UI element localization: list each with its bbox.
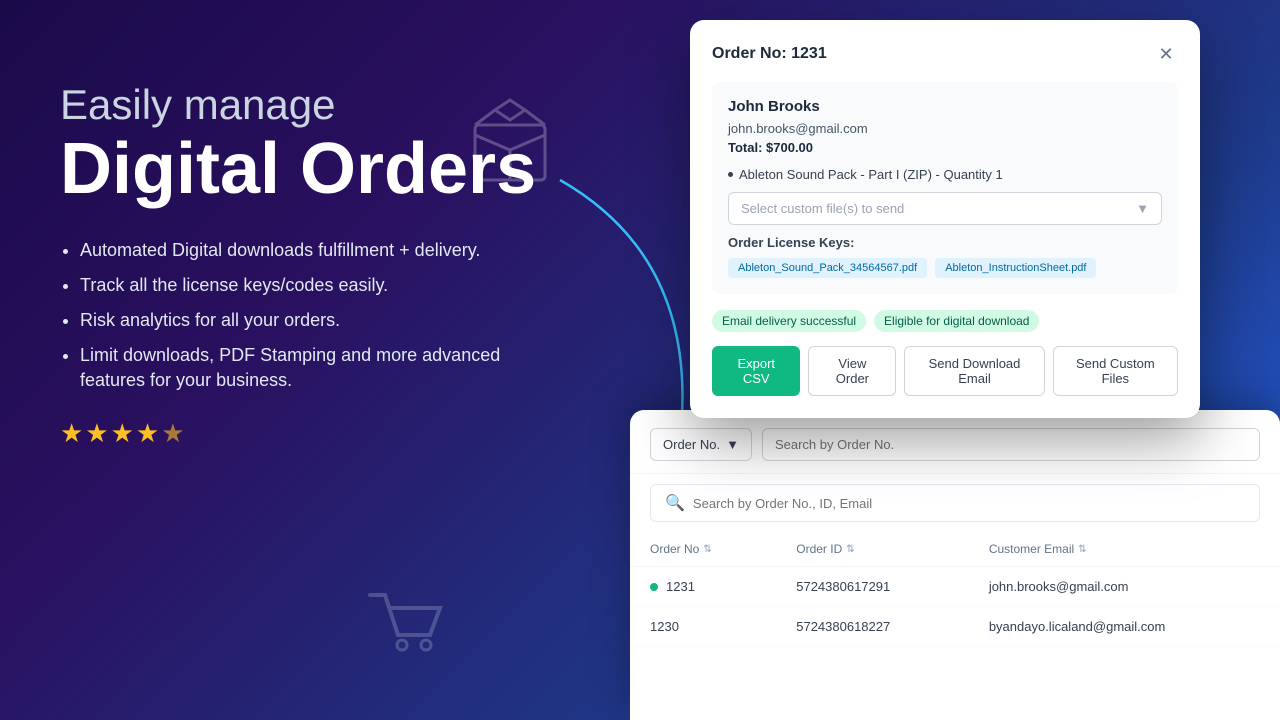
file-select-dropdown[interactable]: Select custom file(s) to send ▼: [728, 192, 1162, 225]
file-select-placeholder: Select custom file(s) to send: [741, 201, 904, 216]
orders-panel: Order No. ▼ 🔍 Order No ⇅: [630, 410, 1280, 720]
order-total: Total: $700.00: [728, 140, 1162, 155]
sort-icon-order-no[interactable]: ⇅: [703, 544, 711, 555]
product-name: Ableton Sound Pack - Part I (ZIP) - Quan…: [739, 167, 1003, 182]
license-keys-label: Order License Keys:: [728, 235, 1162, 250]
cart-decoration-icon: [360, 580, 450, 675]
feature-item-3: Risk analytics for all your orders.: [80, 308, 540, 333]
view-order-button[interactable]: View Order: [808, 346, 896, 396]
feature-item-2: Track all the license keys/codes easily.: [80, 273, 540, 298]
order-filter-dropdown[interactable]: Order No. ▼: [650, 428, 752, 461]
feature-item-1: Automated Digital downloads fulfillment …: [80, 238, 540, 263]
chevron-down-icon: ▼: [1136, 201, 1149, 216]
row-indicator: [650, 583, 658, 591]
filter-label: Order No.: [663, 437, 720, 452]
col-order-id: Order ID ⇅: [776, 532, 969, 567]
modal-header: Order No: 1231 ✕: [712, 42, 1178, 66]
cell-order-no: 1230: [630, 607, 776, 647]
cell-customer-email: john.brooks@gmail.com: [969, 567, 1280, 607]
license-file-2: Ableton_InstructionSheet.pdf: [935, 258, 1096, 278]
modal-actions: Export CSV View Order Send Download Emai…: [712, 346, 1178, 396]
modal-title: Order No: 1231: [712, 45, 827, 63]
cell-customer-email: byandayo.licaland@gmail.com: [969, 607, 1280, 647]
send-download-email-button[interactable]: Send Download Email: [904, 346, 1044, 396]
close-button[interactable]: ✕: [1154, 42, 1178, 66]
orders-table: Order No ⇅ Order ID ⇅ Customer Email: [630, 532, 1280, 647]
cell-order-no: 1231: [630, 567, 776, 607]
features-list: Automated Digital downloads fulfillment …: [60, 238, 540, 394]
search-icon: 🔍: [665, 493, 685, 513]
orders-toolbar: Order No. ▼: [630, 410, 1280, 474]
sort-icon-order-id[interactable]: ⇅: [846, 544, 854, 555]
send-custom-files-button[interactable]: Send Custom Files: [1053, 346, 1178, 396]
customer-email: john.brooks@gmail.com: [728, 121, 1162, 136]
order-info-box: John Brooks john.brooks@gmail.com Total:…: [712, 82, 1178, 294]
bullet-icon: [728, 172, 733, 177]
filter-chevron-icon: ▼: [726, 437, 739, 452]
global-search-input[interactable]: [693, 496, 1245, 511]
col-order-no: Order No ⇅: [630, 532, 776, 567]
order-search-input[interactable]: [762, 428, 1260, 461]
feature-item-4: Limit downloads, PDF Stamping and more a…: [80, 343, 540, 393]
sort-icon-email[interactable]: ⇅: [1078, 544, 1086, 555]
order-detail-modal: Order No: 1231 ✕ John Brooks john.brooks…: [690, 20, 1200, 418]
table-row[interactable]: 12305724380618227byandayo.licaland@gmail…: [630, 607, 1280, 647]
badge-email-success: Email delivery successful: [712, 310, 866, 332]
global-search-bar: 🔍: [650, 484, 1260, 522]
customer-name: John Brooks: [728, 98, 1162, 115]
star-rating: ★★★★★: [60, 418, 540, 449]
col-customer-email: Customer Email ⇅: [969, 532, 1280, 567]
license-file-1: Ableton_Sound_Pack_34564567.pdf: [728, 258, 927, 278]
export-csv-button[interactable]: Export CSV: [712, 346, 800, 396]
product-item: Ableton Sound Pack - Part I (ZIP) - Quan…: [728, 167, 1162, 182]
badge-digital-download: Eligible for digital download: [874, 310, 1039, 332]
table-row[interactable]: 12315724380617291john.brooks@gmail.com: [630, 567, 1280, 607]
cell-order-id: 5724380617291: [776, 567, 969, 607]
cell-order-id: 5724380618227: [776, 607, 969, 647]
license-files-list: Ableton_Sound_Pack_34564567.pdf Ableton_…: [728, 258, 1162, 278]
orders-table-container: Order No ⇅ Order ID ⇅ Customer Email: [630, 532, 1280, 647]
status-badges: Email delivery successful Eligible for d…: [712, 310, 1178, 332]
